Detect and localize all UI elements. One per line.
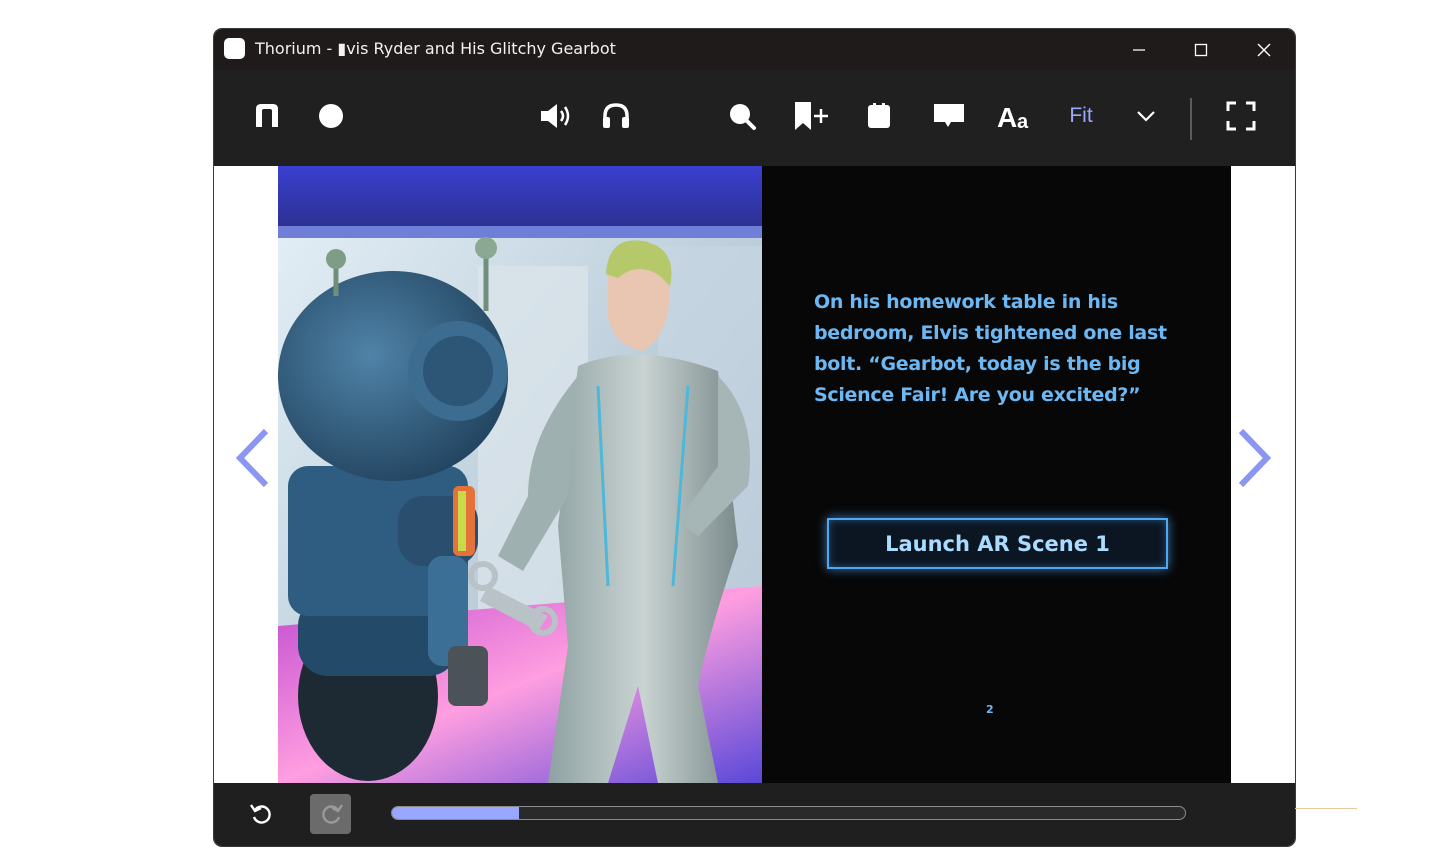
chevron-right-icon (1238, 428, 1272, 488)
reading-progress-bar[interactable] (391, 806, 1186, 820)
forward-button[interactable] (310, 794, 351, 834)
svg-text:A: A (997, 102, 1017, 131)
read-aloud-button[interactable] (531, 92, 579, 140)
add-bookmark-button[interactable] (788, 92, 836, 140)
text-settings-icon: A a (997, 102, 1029, 131)
robot-and-boy-illustration (278, 166, 762, 783)
add-bookmark-icon (795, 102, 828, 130)
page-number: 2 (986, 703, 994, 716)
fit-label: Fit (1069, 104, 1093, 127)
library-icon (256, 104, 278, 127)
minimize-icon (1133, 48, 1145, 51)
previous-page-button[interactable] (232, 428, 272, 488)
reading-area: On his homework table in his bedroom, El… (214, 166, 1295, 783)
history-bar (214, 783, 1295, 846)
decorative-line (1295, 808, 1357, 809)
search-icon (730, 104, 756, 130)
maximize-button[interactable] (1170, 29, 1232, 70)
fit-dropdown-button[interactable] (1122, 92, 1170, 140)
next-page-button[interactable] (1235, 428, 1275, 488)
chevron-down-icon (1137, 111, 1155, 122)
undo-icon (250, 804, 271, 824)
info-icon (319, 104, 343, 128)
library-button[interactable] (243, 92, 291, 140)
bookmarks-button[interactable] (855, 92, 903, 140)
read-aloud-icon (541, 104, 570, 128)
fullscreen-button[interactable] (1217, 92, 1265, 140)
story-text: On his homework table in his bedroom, El… (814, 291, 1167, 406)
reader-toolbar: A a Fit (214, 70, 1295, 166)
search-button[interactable] (718, 92, 766, 140)
reader-window: Thorium - ▮vis Ryder and His Glitchy Gea… (214, 29, 1295, 846)
text-settings-button[interactable]: A a (993, 92, 1041, 140)
bookmarks-icon (868, 103, 890, 128)
annotations-button[interactable] (925, 92, 973, 140)
minimize-button[interactable] (1108, 29, 1170, 70)
chevron-left-icon (235, 428, 269, 488)
title-bar: Thorium - ▮vis Ryder and His Glitchy Gea… (214, 29, 1295, 70)
launch-ar-scene-button[interactable]: Launch AR Scene 1 (827, 518, 1168, 569)
reading-progress-fill (392, 807, 519, 819)
svg-text:a: a (1017, 111, 1029, 131)
illustration-page (278, 166, 762, 783)
info-button[interactable] (307, 92, 355, 140)
toolbar-divider (1190, 98, 1192, 140)
close-button[interactable] (1233, 29, 1295, 70)
fit-selector[interactable]: Fit (1056, 92, 1106, 140)
headphones-icon (603, 103, 629, 128)
maximize-icon (1194, 43, 1208, 56)
window-title: Thorium - ▮vis Ryder and His Glitchy Gea… (255, 39, 616, 58)
close-icon (1257, 43, 1271, 56)
annotations-icon (934, 104, 964, 127)
text-page: On his homework table in his bedroom, El… (762, 166, 1231, 783)
redo-icon (321, 804, 343, 824)
back-button[interactable] (242, 794, 282, 834)
app-icon (224, 38, 245, 59)
fullscreen-icon (1226, 101, 1256, 131)
audio-button[interactable] (592, 92, 640, 140)
